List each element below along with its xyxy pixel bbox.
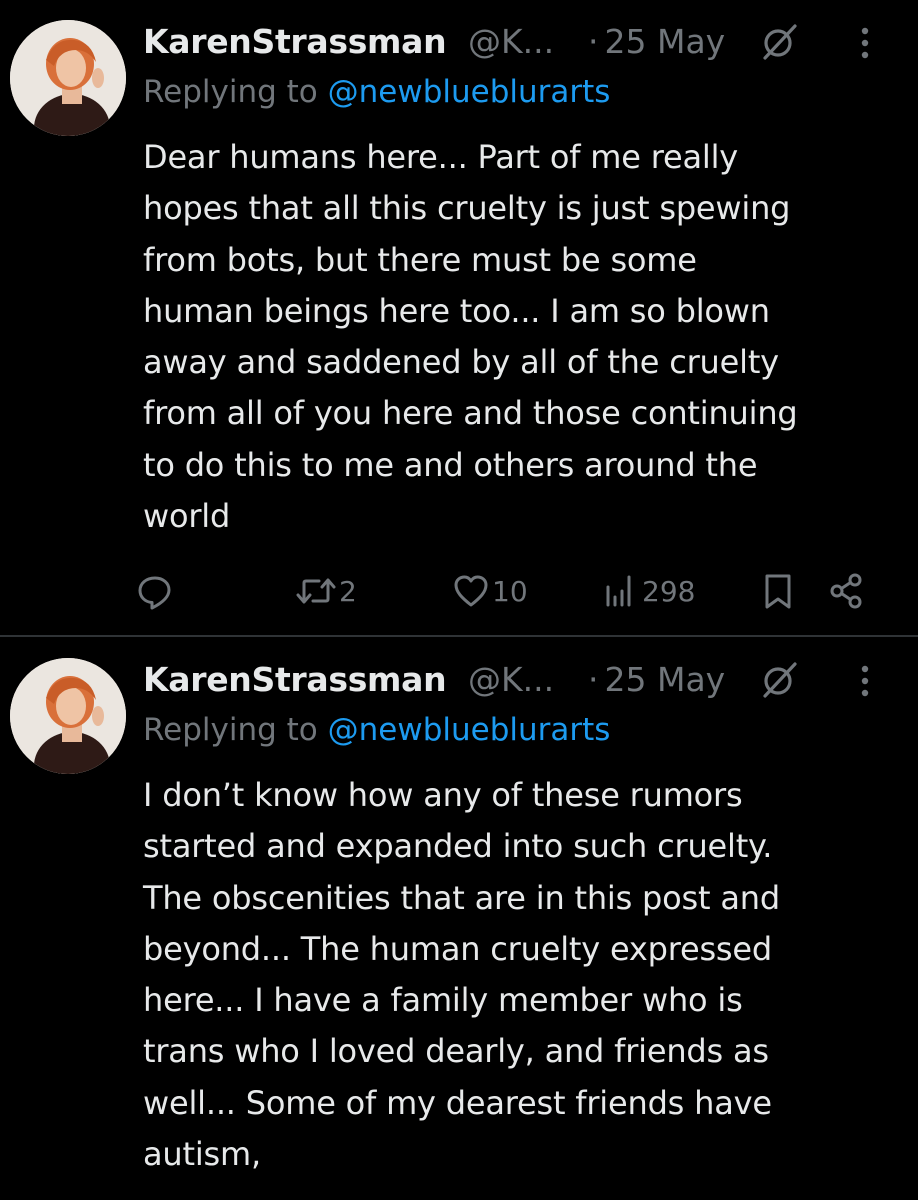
grok-icon[interactable] (759, 22, 799, 62)
reply-mention-link[interactable]: @newblueblurarts (328, 712, 611, 748)
tweet-date[interactable]: · 25 May (588, 22, 725, 61)
like-count: 10 (492, 574, 528, 608)
like-button[interactable]: 10 (452, 568, 528, 614)
tweet[interactable]: KarenStrassman @K... · 25 May Replying to… (0, 0, 918, 636)
repost-button[interactable]: 2 (295, 568, 357, 614)
date-separator: · (588, 660, 599, 699)
share-icon (830, 573, 862, 609)
tweet-text: Dear humans here... Part of me really ho… (143, 138, 798, 536)
date-separator: · (588, 22, 599, 61)
action-bar: 2 10 298 (130, 568, 890, 614)
grok-icon[interactable] (759, 660, 799, 700)
author-name[interactable]: KarenStrassman (143, 660, 447, 699)
tweet[interactable]: KarenStrassman @K... · 25 May Replying to… (0, 638, 918, 1200)
share-button[interactable] (828, 568, 864, 614)
repost-icon (296, 578, 336, 604)
views-count: 298 (642, 574, 696, 608)
date-text: 25 May (604, 22, 726, 61)
author-handle[interactable]: @K... (468, 660, 554, 699)
more-icon[interactable] (855, 24, 875, 62)
avatar[interactable] (10, 658, 126, 774)
tweet-text: I don’t know how any of these rumors sta… (143, 776, 780, 1174)
replying-prefix: Replying to (143, 74, 328, 110)
avatar-image (10, 658, 126, 774)
reply-mention-link[interactable]: @newblueblurarts (328, 74, 611, 110)
bookmark-button[interactable] (760, 568, 796, 614)
tweet-header: KarenStrassman @K... · 25 May (143, 18, 903, 66)
replying-to: Replying to @newblueblurarts (143, 74, 610, 110)
author-handle[interactable]: @K... (468, 22, 554, 61)
author-name[interactable]: KarenStrassman (143, 22, 447, 61)
tweet-date[interactable]: · 25 May (588, 660, 725, 699)
reply-button[interactable] (135, 568, 175, 614)
views-button[interactable]: 298 (600, 568, 695, 614)
tweet-header: KarenStrassman @K... · 25 May (143, 656, 903, 704)
bookmark-icon (765, 574, 791, 609)
date-text: 25 May (604, 660, 726, 699)
views-icon (606, 575, 631, 607)
repost-count: 2 (339, 574, 357, 608)
avatar[interactable] (10, 20, 126, 136)
replying-prefix: Replying to (143, 712, 328, 748)
tweet-divider (0, 635, 918, 637)
avatar-image (10, 20, 126, 136)
more-icon[interactable] (855, 662, 875, 700)
reply-icon (138, 576, 171, 610)
replying-to: Replying to @newblueblurarts (143, 712, 610, 748)
heart-icon (454, 575, 488, 607)
